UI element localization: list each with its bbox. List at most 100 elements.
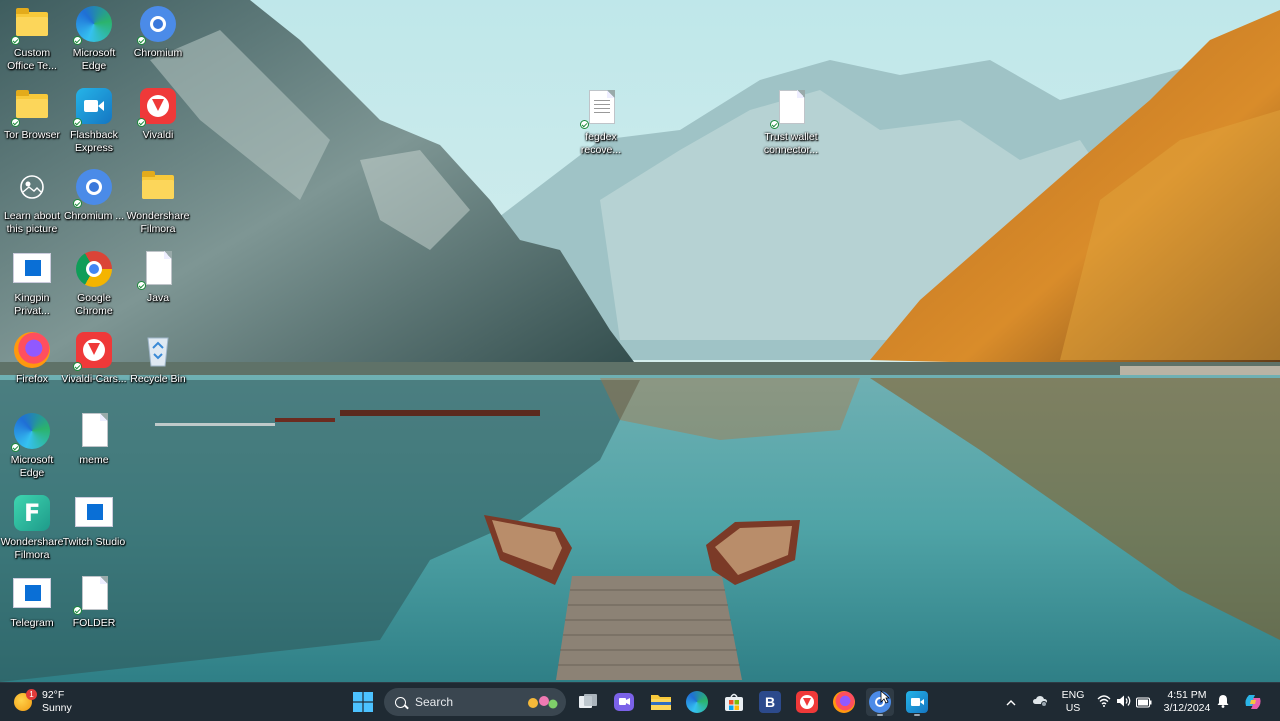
clock[interactable]: 4:51 PM 3/12/2024 <box>1158 689 1216 715</box>
microsoft-edge-shortcut[interactable]: Microsoft Edge <box>62 0 126 78</box>
start-button[interactable] <box>349 688 377 716</box>
chromium-icon <box>73 167 114 208</box>
vivaldi-shortcut[interactable]: Vivaldi <box>126 82 190 160</box>
icon-label: Kingpin Privat... <box>14 292 50 317</box>
input-language-indicator[interactable]: ENG US <box>1060 689 1086 715</box>
filmora-icon: F <box>12 493 52 533</box>
wondershare-filmora-folder[interactable]: Wondershare Filmora <box>126 163 190 241</box>
wifi-icon[interactable] <box>1097 694 1111 712</box>
vivaldi-cars-shortcut[interactable]: Vivaldi-Cars... <box>61 326 127 404</box>
folder-file[interactable]: FOLDER <box>62 570 126 648</box>
twitch-studio-shortcut[interactable]: Twitch Studio <box>62 489 126 567</box>
icon-label: Learn about this picture <box>3 210 61 235</box>
b-app-button[interactable]: B <box>756 688 784 716</box>
language-code: ENG <box>1061 689 1085 701</box>
icon-label: Flashback Express <box>70 129 118 154</box>
desktop-wallpaper <box>0 0 1280 682</box>
vivaldi-icon <box>137 86 178 127</box>
battery-icon[interactable] <box>1135 695 1152 713</box>
flashback-icon <box>906 691 928 713</box>
taskbar-search[interactable]: Search <box>384 688 566 716</box>
icon-label: Recycle Bin <box>130 373 186 385</box>
kingpin-private-shortcut[interactable]: Kingpin Privat... <box>0 245 64 323</box>
firefox-icon <box>12 330 52 370</box>
java-file[interactable]: Java <box>126 245 190 323</box>
copilot-icon[interactable] <box>1243 692 1263 717</box>
icon-label: Telegram <box>10 617 54 629</box>
chromium-2-shortcut[interactable]: Chromium ... <box>62 163 126 241</box>
taskbar: 1 92°F Sunny Search B ENG US 4:51 PM 3/1… <box>0 682 1280 721</box>
tor-browser-folder[interactable]: Tor Browser <box>0 82 64 160</box>
edge-taskbar-button[interactable] <box>683 688 711 716</box>
folder-icon <box>11 4 52 45</box>
teams-chat-button[interactable] <box>610 688 638 716</box>
edge-icon <box>686 691 708 713</box>
icon-label: Wondershare Filmora <box>0 536 64 561</box>
firefox-icon <box>833 691 855 713</box>
clock-date: 3/12/2024 <box>1163 702 1211 714</box>
chromium-icon <box>137 4 178 45</box>
google-chrome-shortcut[interactable]: Google Chrome <box>62 245 126 323</box>
notification-bell-icon[interactable] <box>1217 694 1229 713</box>
search-highlight-icon <box>528 696 558 709</box>
icon-label: Chromium <box>133 47 183 59</box>
fegdex-recovery-file[interactable]: fegdex recove... <box>569 84 633 162</box>
search-placeholder: Search <box>415 695 454 709</box>
icon-label: Chromium ... <box>63 210 125 222</box>
windows-logo-icon <box>353 692 373 712</box>
icon-label: Java <box>146 292 170 304</box>
sun-icon: 1 <box>14 689 37 711</box>
document-icon <box>770 88 811 129</box>
firefox-taskbar-button[interactable] <box>830 688 858 716</box>
flashback-taskbar-button[interactable] <box>903 688 931 716</box>
icon-label: Trust wallet connector... <box>763 131 819 156</box>
learn-about-picture-shortcut[interactable]: Learn about this picture <box>0 163 64 241</box>
file-explorer-button[interactable] <box>647 688 675 716</box>
chevron-up-icon[interactable] <box>1005 695 1017 713</box>
trust-wallet-file[interactable]: Trust wallet connector... <box>759 84 823 162</box>
document-icon <box>73 574 114 615</box>
chrome-icon <box>74 249 114 289</box>
recycle-bin[interactable]: Recycle Bin <box>126 326 190 404</box>
edge-icon <box>11 411 52 452</box>
icon-label: Firefox <box>15 373 49 385</box>
icon-label: Twitch Studio <box>62 536 126 548</box>
vivaldi-icon <box>796 691 818 713</box>
icon-label: fegdex recove... <box>580 131 622 156</box>
store-button[interactable] <box>720 688 748 716</box>
recycle-bin-icon <box>138 330 178 370</box>
firefox-shortcut[interactable]: Firefox <box>0 326 64 404</box>
folder-icon <box>11 86 52 127</box>
flashback-express-shortcut[interactable]: Flashback Express <box>62 82 126 160</box>
telegram-shortcut[interactable]: Telegram <box>0 570 64 648</box>
weather-temperature: 92°F <box>42 689 65 701</box>
folder-icon <box>138 167 178 207</box>
icon-label: FOLDER <box>72 617 116 629</box>
search-icon <box>395 696 406 708</box>
icon-label: Tor Browser <box>3 129 60 141</box>
icon-label: Google Chrome <box>75 292 113 317</box>
task-view-button[interactable] <box>574 688 602 716</box>
vivaldi-taskbar-button[interactable] <box>793 688 821 716</box>
clock-time: 4:51 PM <box>1167 689 1207 701</box>
meme-file[interactable]: meme <box>62 407 126 485</box>
task-view-icon <box>579 694 597 708</box>
folder-icon <box>651 695 671 710</box>
app-window-icon <box>74 493 114 533</box>
chromium-shortcut[interactable]: Chromium <box>126 0 190 78</box>
weather-widget[interactable]: 1 92°F Sunny <box>14 686 72 718</box>
flashback-icon <box>73 86 114 127</box>
volume-icon[interactable] <box>1116 694 1132 713</box>
onedrive-icon[interactable] <box>1032 694 1048 713</box>
document-icon <box>137 249 178 290</box>
microsoft-edge-2-shortcut[interactable]: Microsoft Edge <box>0 407 64 485</box>
custom-office-templates-folder[interactable]: Custom Office Te... <box>0 0 64 78</box>
notification-badge: 1 <box>26 689 37 700</box>
icon-label: Vivaldi <box>142 129 174 141</box>
icon-label: meme <box>79 454 109 466</box>
document-icon <box>74 411 114 451</box>
mouse-cursor <box>880 690 891 709</box>
icon-label: Wondershare Filmora <box>126 210 190 235</box>
edge-icon <box>73 4 114 45</box>
wondershare-filmora-shortcut[interactable]: F Wondershare Filmora <box>0 489 64 567</box>
